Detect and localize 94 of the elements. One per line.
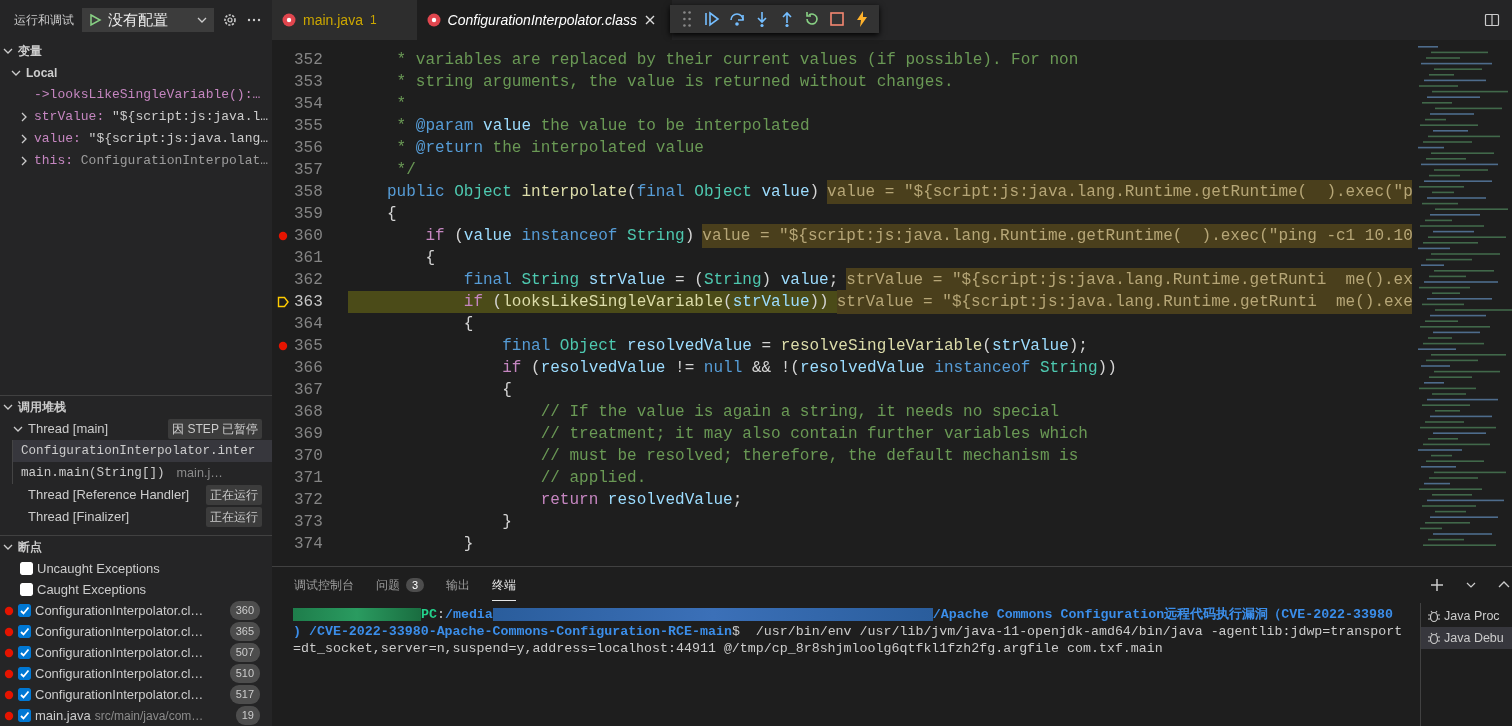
line-number: 517 bbox=[229, 685, 260, 704]
breakpoint-label[interactable]: Uncaught Exceptions bbox=[37, 558, 160, 579]
stack-frame[interactable]: main.main(String[]) main.j… bbox=[12, 462, 272, 484]
section-title[interactable]: 变量 bbox=[18, 42, 42, 60]
line-number: 355 bbox=[294, 116, 322, 137]
variable-entry[interactable]: strValue: "${script:js:java.l… bbox=[34, 107, 269, 127]
panel-tab[interactable]: 调试控制台 bbox=[294, 570, 354, 600]
code-line: final String strValue = (String) value; bbox=[462, 270, 839, 291]
line-number: 363 bbox=[294, 292, 322, 313]
line-number: 371 bbox=[294, 468, 322, 489]
editor-tab[interactable]: ConfigurationInterpolator.class bbox=[416, 0, 672, 40]
line-number: 361 bbox=[294, 248, 322, 269]
code-line: */ bbox=[395, 160, 416, 181]
line-number: 367 bbox=[294, 380, 322, 401]
line-number: 368 bbox=[294, 402, 322, 423]
status-label: 因 STEP 已暂停 bbox=[168, 419, 262, 439]
terminal-session[interactable]: Java Proc bbox=[1421, 605, 1512, 627]
breakpoint-label[interactable]: ConfigurationInterpolator.cl… bbox=[35, 684, 204, 705]
terminal-line: ) /CVE-2022-33980-Apache-Commons-Configuration-RCE-main$ /usr/bin/env /usr/lib/jvm/java-11-openjdk-amd64/bin/java -agentlib:jdwp=transport bbox=[293, 623, 1404, 640]
variable-entry[interactable]: value: "${script:js:java.lang… bbox=[34, 129, 269, 149]
section-title[interactable]: 调用堆栈 bbox=[18, 398, 66, 416]
inline-value: strValue = "${script:js:java.lang.Runtime.getRunti me().ex bbox=[846, 268, 1412, 292]
code-line: { bbox=[424, 248, 435, 269]
thread-label[interactable]: Thread [main] bbox=[28, 419, 109, 439]
line-number: 352 bbox=[294, 50, 322, 71]
line-number: 19 bbox=[235, 706, 260, 725]
status-label: 正在运行 bbox=[206, 485, 262, 505]
inline-value: strValue = "${script:js:java.lang.Runtime.getRunti me().exe bbox=[836, 290, 1412, 314]
code-line: { bbox=[501, 380, 512, 401]
line-number: 354 bbox=[294, 94, 322, 115]
code-line: * bbox=[395, 94, 407, 115]
code-line: * @return the interpolated value bbox=[395, 138, 704, 159]
variable-entry[interactable]: this: ConfigurationInterpolat… bbox=[34, 151, 269, 171]
stack-frame[interactable]: ConfigurationInterpolator.inter bbox=[12, 440, 272, 462]
code-line: // treatment; it may also contain further variables which bbox=[539, 424, 1088, 445]
code-line: public Object interpolate(final Object value) bbox=[387, 182, 820, 203]
terminal-session[interactable]: Java Debu bbox=[1421, 627, 1512, 649]
line-number: 365 bbox=[229, 622, 260, 641]
code-line: * @param value the value to be interpolated bbox=[395, 116, 810, 137]
terminal-line: PC:/media /Apache Commons Configuration远程代码执行漏洞（CVE-2022-33980 bbox=[293, 606, 1420, 623]
line-number: 364 bbox=[294, 314, 322, 335]
code-line: { bbox=[462, 314, 474, 335]
breakpoint-label[interactable]: Caught Exceptions bbox=[37, 579, 147, 600]
editor-tab[interactable]: main.java 1 bbox=[272, 0, 417, 40]
code-line: // If the value is again a string, it needs no special bbox=[539, 402, 1060, 423]
line-number: 359 bbox=[294, 204, 322, 225]
status-label: 正在运行 bbox=[206, 507, 262, 527]
line-number: 357 bbox=[294, 160, 322, 181]
code-line: return resolvedValue; bbox=[539, 490, 743, 511]
line-number: 360 bbox=[229, 601, 260, 620]
line-number: 373 bbox=[294, 512, 322, 533]
thread-label[interactable]: Thread [Finalizer] bbox=[28, 507, 130, 527]
breakpoint-label[interactable]: ConfigurationInterpolator.cl… bbox=[35, 663, 204, 684]
inline-value: value = "${script:js:java.lang.Runtime.getRuntime( ).exec("ping -c1 10.10 bbox=[702, 224, 1412, 248]
return-value[interactable]: ->looksLikeSingleVariable():… bbox=[34, 85, 261, 105]
line-number: 358 bbox=[294, 182, 322, 203]
code-line: } bbox=[501, 512, 512, 533]
config-dropdown[interactable]: 没有配置 bbox=[82, 8, 214, 32]
panel-tab[interactable]: 问题 3 bbox=[376, 570, 425, 600]
line-number: 374 bbox=[294, 534, 322, 555]
panel-tab[interactable]: 输出 bbox=[446, 570, 471, 600]
code-line: { bbox=[387, 204, 397, 225]
line-number: 369 bbox=[294, 424, 322, 445]
view-title: 运行和调试 bbox=[14, 12, 74, 29]
code-line: * string arguments, the value is returned without changes. bbox=[395, 72, 954, 93]
line-number: 370 bbox=[294, 446, 322, 467]
line-number: 360 bbox=[294, 226, 322, 247]
breakpoint-label[interactable]: ConfigurationInterpolator.cl… bbox=[35, 621, 204, 642]
terminal-line: =dt_socket,server=n,suspend=y,address=localhost:44911 @/tmp/cp_8r8shjmloolg6qtfkl1fzh2fg.argfile com.txf.main bbox=[293, 640, 1164, 657]
breakpoint-label[interactable]: ConfigurationInterpolator.cl… bbox=[35, 600, 204, 621]
breakpoint-label[interactable]: main.java bbox=[35, 705, 91, 726]
line-number: 365 bbox=[294, 336, 322, 357]
breakpoint-label[interactable]: ConfigurationInterpolator.cl… bbox=[35, 642, 204, 663]
line-number: 353 bbox=[294, 72, 322, 93]
code-line: if (looksLikeSingleVariable(strValue)) bbox=[462, 292, 829, 313]
line-number: 510 bbox=[229, 664, 260, 683]
line-number: 507 bbox=[229, 643, 260, 662]
code-line: // must be resolved; therefore, the default mechanism is bbox=[539, 446, 1079, 467]
code-line: final Object resolvedValue = resolveSingleVariable(strValue); bbox=[501, 336, 1088, 357]
code-line: * variables are replaced by their current values (if possible). For non bbox=[395, 50, 1079, 71]
code-line: } bbox=[462, 534, 474, 555]
scope-label[interactable]: Local bbox=[26, 64, 58, 82]
code-line: if (resolvedValue != null && !(resolvedValue instanceof String)) bbox=[501, 358, 1117, 379]
thread-label[interactable]: Thread [Reference Handler] bbox=[28, 485, 190, 505]
code-line: if (value instanceof String) bbox=[424, 226, 695, 247]
line-number: 366 bbox=[294, 358, 322, 379]
file-path: src/main/java/com… bbox=[94, 707, 204, 725]
line-number: 362 bbox=[294, 270, 322, 291]
section-title[interactable]: 断点 bbox=[18, 538, 42, 556]
panel-tab[interactable]: 终端 bbox=[492, 569, 517, 601]
line-number: 372 bbox=[294, 490, 322, 511]
line-number: 356 bbox=[294, 138, 322, 159]
code-line: // applied. bbox=[539, 468, 647, 489]
inline-value: value = "${script:js:java.lang.Runtime.getRuntime( ).exec("p bbox=[827, 180, 1412, 204]
